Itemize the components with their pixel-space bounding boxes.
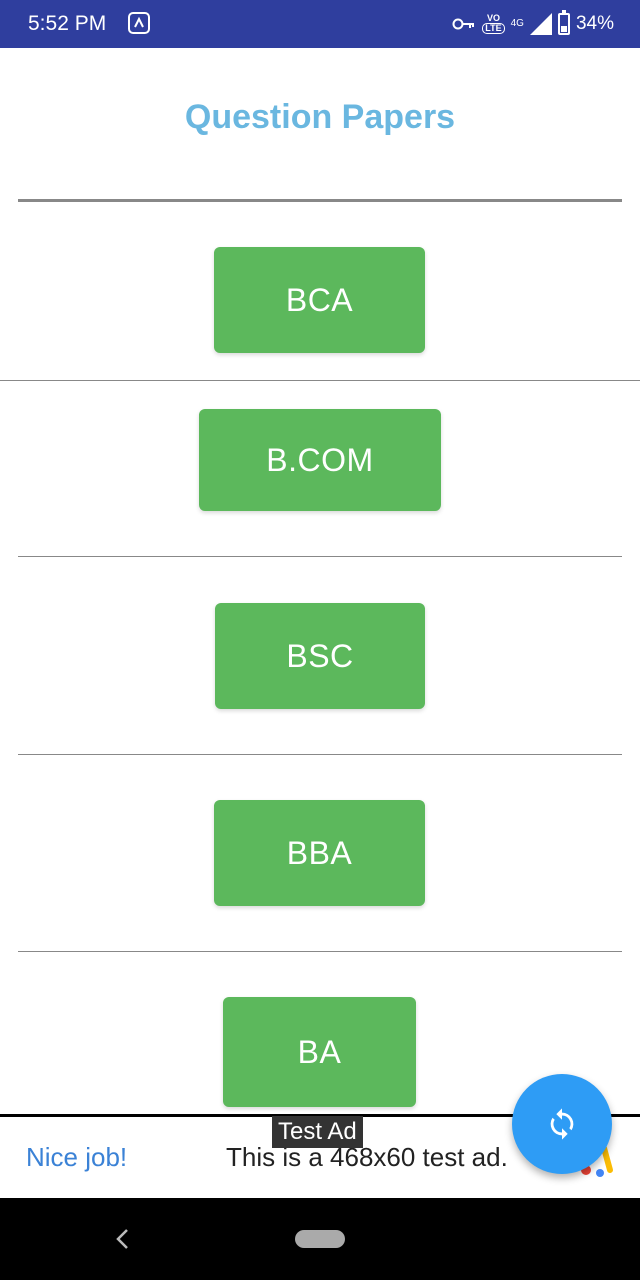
status-bar: 5:52 PM VO LTE 4G 34%	[0, 0, 640, 48]
bba-button[interactable]: BBA	[214, 800, 425, 906]
row-divider	[18, 951, 622, 952]
volte-icon: VO LTE	[482, 14, 505, 34]
app-icon	[128, 12, 150, 34]
bcom-button[interactable]: B.COM	[199, 409, 441, 511]
ba-button[interactable]: BA	[223, 997, 416, 1107]
refresh-icon	[550, 1108, 574, 1140]
key-icon	[452, 18, 475, 30]
status-icons: VO LTE 4G 34%	[452, 10, 614, 38]
row-divider	[18, 556, 622, 557]
home-pill[interactable]	[295, 1230, 345, 1248]
battery-icon	[557, 10, 570, 35]
row-divider	[18, 754, 622, 755]
refresh-fab[interactable]	[512, 1074, 612, 1174]
row-divider	[0, 380, 640, 381]
status-time: 5:52 PM	[28, 12, 107, 35]
battery-percent: 34%	[575, 13, 614, 34]
ad-label: Test Ad	[272, 1116, 363, 1148]
bsc-button[interactable]: BSC	[215, 603, 425, 709]
back-icon[interactable]	[112, 1226, 134, 1252]
page-title: Question Papers	[184, 98, 456, 136]
title-divider	[18, 199, 622, 202]
navigation-bar	[0, 1198, 640, 1280]
bca-button[interactable]: BCA	[214, 247, 425, 353]
signal-icon	[529, 13, 552, 35]
network-type: 4G	[510, 18, 524, 29]
ad-text[interactable]: This is a 468x60 test ad.	[226, 1142, 508, 1173]
ad-headline[interactable]: Nice job!	[26, 1142, 127, 1173]
